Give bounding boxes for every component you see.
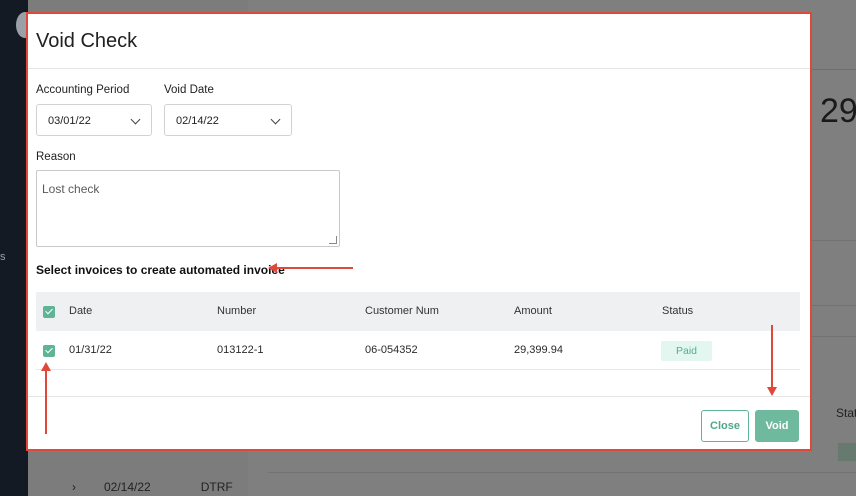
row-amount: 29,399.94: [514, 344, 563, 356]
section-title: Select invoices to create automated invo…: [36, 263, 285, 277]
background-status-cell: [838, 443, 856, 461]
reason-label: Reason: [36, 151, 76, 163]
modal-title: Void Check: [36, 30, 138, 52]
header-number: Number: [217, 305, 257, 317]
void-date-select[interactable]: 02/14/22: [164, 104, 292, 136]
sidebar-text-fragment: s: [0, 251, 6, 263]
row-number: 013122-1: [217, 344, 264, 356]
background-bottom-code: DTRF: [200, 480, 233, 494]
header-customer-num: Customer Num: [365, 305, 439, 317]
background-status-header: Stat: [836, 406, 856, 420]
annotation-arrow-line: [771, 325, 773, 389]
chevron-down-icon: [270, 114, 281, 125]
select-all-checkbox[interactable]: [43, 306, 55, 318]
void-date-label: Void Date: [164, 84, 214, 96]
app-sidebar: s: [0, 0, 34, 496]
header-date: Date: [69, 305, 93, 317]
void-button[interactable]: Void: [755, 410, 799, 442]
reason-textarea[interactable]: Lost check: [36, 170, 340, 247]
background-bottom-date: 02/14/22: [104, 480, 151, 494]
table-row[interactable]: 01/31/22 013122-1 06-054352 29,399.94 Pa…: [36, 331, 800, 370]
accounting-period-label: Accounting Period: [36, 84, 130, 96]
row-checkbox[interactable]: [43, 345, 55, 357]
invoice-table: Date Number Customer Num Amount Status 0…: [36, 292, 800, 370]
accounting-period-select[interactable]: 03/01/22: [36, 104, 152, 136]
row-customer-num: 06-054352: [365, 344, 418, 356]
header-status: Status: [662, 305, 694, 317]
modal-footer: Close Void: [28, 396, 810, 451]
row-date: 01/31/22: [69, 344, 112, 356]
modal-header: Void Check: [28, 14, 810, 69]
annotation-arrow-line: [276, 267, 353, 269]
background-amount: 29,: [820, 92, 856, 130]
chevron-right-icon[interactable]: ›: [72, 480, 76, 494]
header-amount: Amount: [514, 305, 552, 317]
arrow-down-icon: [767, 387, 777, 396]
reason-value: Lost check: [42, 182, 100, 196]
arrow-up-icon: [41, 362, 51, 371]
accounting-period-value: 03/01/22: [48, 115, 91, 127]
annotation-arrow-line: [45, 370, 47, 434]
table-header: Date Number Customer Num Amount Status: [36, 292, 800, 331]
void-check-modal: Void Check Accounting Period 03/01/22 Vo…: [26, 12, 812, 451]
resize-handle-icon[interactable]: [329, 236, 337, 244]
close-button[interactable]: Close: [701, 410, 749, 442]
status-badge: Paid: [661, 341, 712, 361]
chevron-down-icon: [130, 114, 141, 125]
background-bottom-row: › 02/14/22 DTRF: [72, 480, 233, 494]
arrow-left-icon: [268, 263, 277, 273]
background-row-divider: [268, 472, 856, 473]
void-date-value: 02/14/22: [176, 115, 219, 127]
